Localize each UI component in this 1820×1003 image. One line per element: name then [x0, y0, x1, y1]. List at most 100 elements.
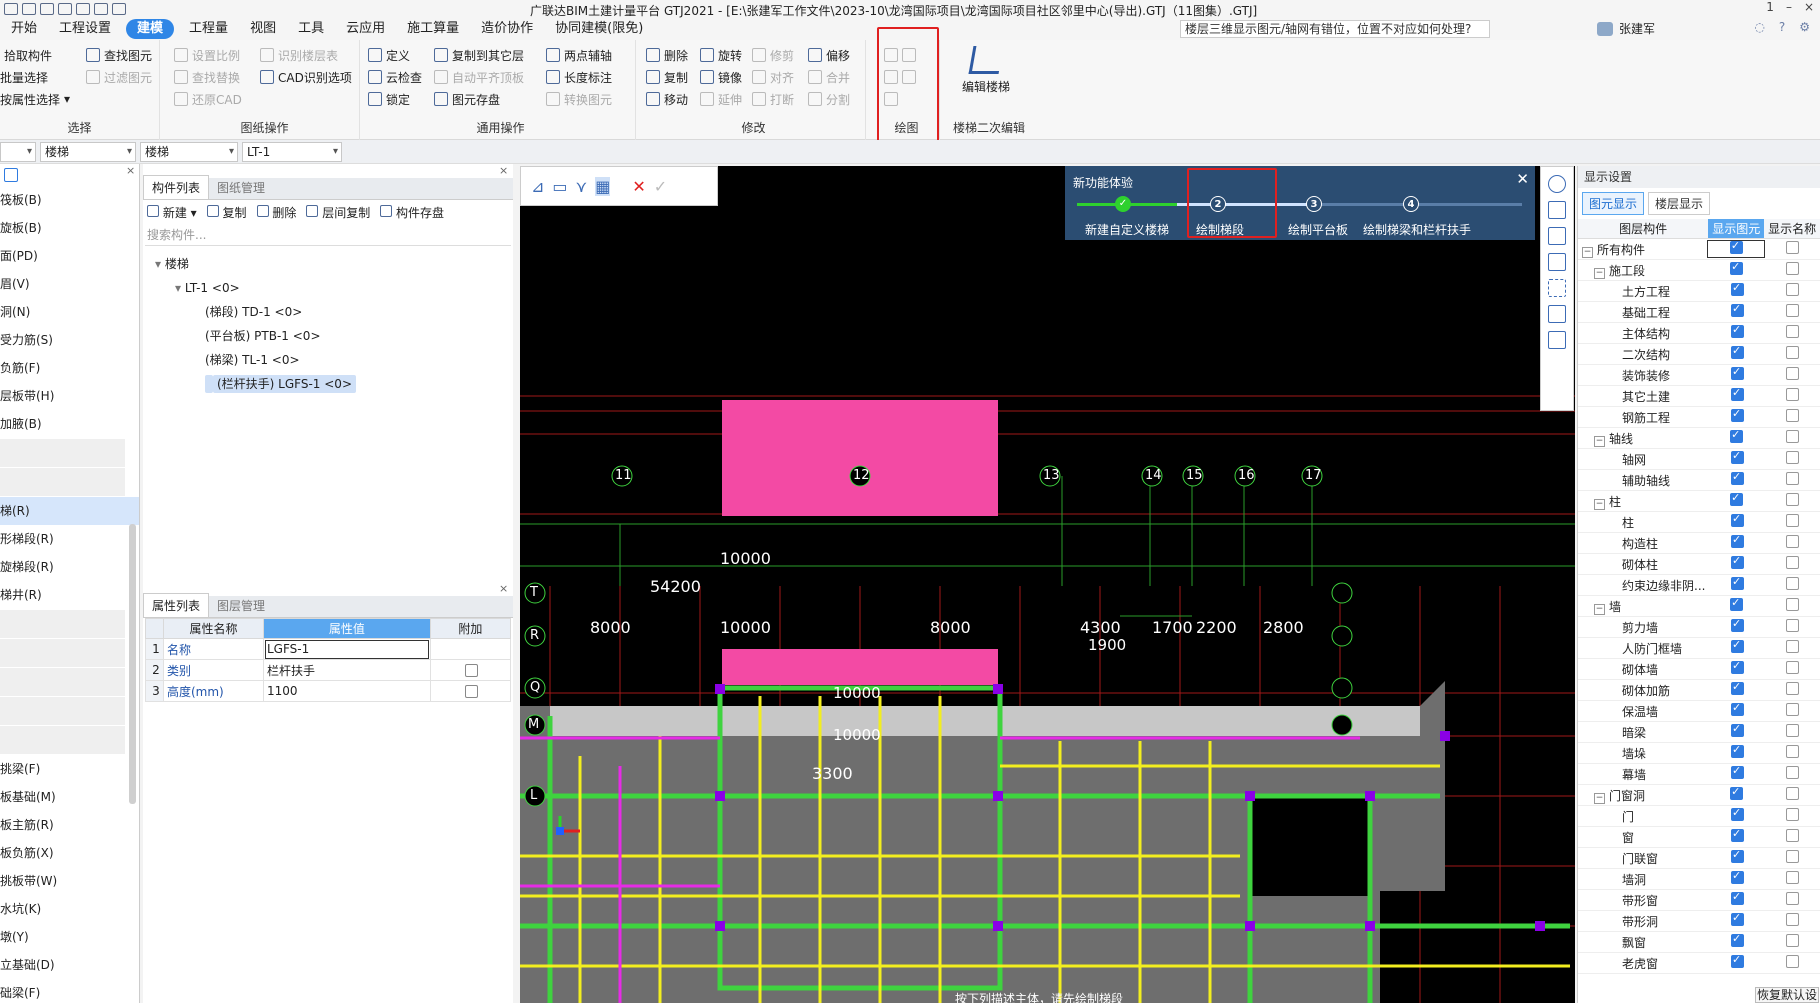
show-name-checkbox[interactable] — [1786, 808, 1799, 821]
show-name-checkbox[interactable] — [1786, 703, 1799, 716]
show-name-checkbox[interactable] — [1786, 283, 1799, 296]
nav-item[interactable]: 形梯段(R) — [0, 525, 139, 553]
tab-property-list[interactable]: 属性列表 — [143, 593, 210, 617]
show-name-checkbox[interactable] — [1786, 577, 1799, 590]
show-element-checkbox[interactable] — [1731, 407, 1744, 422]
show-element-checkbox[interactable] — [1729, 239, 1743, 254]
open-file-icon[interactable] — [22, 3, 36, 15]
show-name-checkbox[interactable] — [1786, 514, 1799, 527]
break-button[interactable]: 打断 — [752, 90, 794, 108]
show-name-checkbox[interactable] — [1786, 892, 1799, 905]
mirror-button[interactable]: 镜像 — [700, 68, 742, 86]
find-element-button[interactable]: 查找图元 — [86, 46, 152, 64]
show-element-checkbox[interactable] — [1731, 869, 1744, 884]
pick-component-button[interactable]: 拾取构件 — [4, 46, 52, 64]
show-name-checkbox[interactable] — [1786, 745, 1799, 758]
show-name-checkbox[interactable] — [1786, 955, 1799, 968]
menu-tools[interactable]: 工具 — [287, 19, 335, 39]
collapse-icon[interactable]: − — [1594, 603, 1605, 615]
property-sheet-icon[interactable] — [1548, 331, 1566, 349]
collapse-icon[interactable]: − — [1594, 498, 1605, 510]
set-scale-button[interactable]: 设置比例 — [174, 46, 240, 64]
show-element-checkbox[interactable] — [1731, 470, 1744, 485]
show-name-checkbox[interactable] — [1785, 598, 1799, 611]
nav-item[interactable]: 板主筋(R) — [0, 811, 139, 839]
delete-button[interactable]: 删除 — [646, 46, 688, 64]
copy-component-button[interactable]: 复制 — [206, 204, 247, 221]
expand-icon[interactable]: ▾ — [175, 281, 185, 295]
category-combo[interactable]: 楼梯 — [40, 142, 136, 162]
batch-select-button[interactable]: 批量选择 — [0, 68, 48, 86]
menu-construction[interactable]: 施工算量 — [396, 19, 470, 39]
tree-node[interactable]: (梯段) TD-1 <0> — [143, 300, 513, 324]
nav-item[interactable]: 受力筋(S) — [0, 326, 139, 354]
tab-floor-display[interactable]: 楼层显示 — [1648, 192, 1711, 215]
extra-checkbox[interactable] — [465, 664, 479, 677]
show-name-checkbox[interactable] — [1786, 388, 1799, 401]
extend-button[interactable]: 延伸 — [700, 90, 742, 108]
two-point-axis-button[interactable]: 两点辅轴 — [546, 46, 612, 64]
recognize-floors-button[interactable]: 识别楼层表 — [260, 46, 338, 64]
wizard-step-4[interactable]: 4 — [1403, 196, 1419, 212]
drawing-canvas[interactable]: 11 12 13 14 15 16 17 T R Q M L 10000 542… — [520, 166, 1575, 1003]
redo-icon[interactable] — [76, 3, 90, 15]
collapse-icon[interactable]: − — [1582, 246, 1593, 258]
restore-cad-button[interactable]: 还原CAD — [174, 90, 242, 108]
show-element-checkbox[interactable] — [1731, 848, 1744, 863]
edit-stair-button[interactable]: 编辑楼梯 — [956, 46, 1016, 95]
collapse-icon[interactable]: − — [1594, 792, 1605, 804]
component-search-input[interactable]: 搜索构件... — [145, 226, 511, 246]
define-button[interactable]: 定义 — [368, 46, 410, 64]
lock-button[interactable]: 锁定 — [368, 90, 410, 108]
show-element-checkbox[interactable] — [1731, 953, 1744, 968]
nav-item[interactable]: 梯井(R) — [0, 581, 139, 609]
show-name-checkbox[interactable] — [1786, 325, 1799, 338]
tree-node[interactable]: (平台板) PTB-1 <0> — [143, 324, 513, 348]
nav-item[interactable]: 础梁(F) — [0, 979, 139, 1003]
minimize-button[interactable]: – — [1786, 0, 1792, 14]
nav-item[interactable]: 旋板(B) — [0, 214, 139, 242]
property-value[interactable]: 栏杆扶手 — [263, 659, 431, 681]
menu-collab-modeling[interactable]: 协同建模(限免) — [544, 19, 654, 39]
calc-icon[interactable] — [94, 3, 108, 15]
platform-icon[interactable]: ▭ — [552, 177, 567, 196]
delete-component-button[interactable]: 删除 — [256, 204, 296, 221]
close-icon[interactable]: × — [499, 164, 508, 177]
type-combo[interactable]: 楼梯 — [140, 142, 238, 162]
nav-item[interactable]: 板基础(M) — [0, 783, 139, 811]
property-extra[interactable] — [429, 680, 512, 702]
split-button[interactable]: 分割 — [808, 90, 850, 108]
nav-item[interactable]: 负筋(F) — [0, 354, 139, 382]
restore-default-button[interactable]: 恢复默认设 — [1755, 987, 1819, 1003]
filter-element-button[interactable]: 过滤图元 — [86, 68, 152, 86]
fit-view-icon[interactable] — [1548, 279, 1566, 297]
show-element-checkbox[interactable] — [1731, 533, 1744, 548]
copy-to-floor-button[interactable]: 复制到其它层 — [434, 46, 524, 64]
help-icon[interactable]: ? — [1779, 20, 1785, 34]
confirm-icon[interactable]: ✓ — [654, 177, 667, 196]
show-element-checkbox[interactable] — [1731, 323, 1744, 338]
collapse-icon[interactable]: − — [1594, 435, 1605, 447]
tab-component-list[interactable]: 构件列表 — [143, 175, 210, 199]
merge-button[interactable]: 合并 — [808, 68, 850, 86]
show-name-checkbox[interactable] — [1785, 493, 1799, 506]
tab-element-display[interactable]: 图元显示 — [1582, 192, 1645, 215]
nav-item[interactable]: 旋梯段(R) — [0, 553, 139, 581]
show-element-checkbox[interactable] — [1731, 680, 1744, 695]
new-component-button[interactable]: 新建 ▾ — [147, 204, 197, 221]
component-combo[interactable]: LT-1 — [242, 142, 342, 162]
tree-node[interactable]: (栏杆扶手) LGFS-1 <0> — [143, 372, 513, 396]
nav-view-toggle[interactable] — [0, 164, 139, 186]
nav-item[interactable]: 筏板(B) — [0, 186, 139, 214]
show-element-checkbox[interactable] — [1731, 890, 1744, 905]
nav-item[interactable]: 立基础(D) — [0, 951, 139, 979]
railing-icon[interactable]: ▦ — [595, 176, 611, 196]
nav-item[interactable]: 挑板带(W) — [0, 867, 139, 895]
menu-quantity[interactable]: 工程量 — [178, 19, 239, 39]
property-row[interactable]: 2 类别 栏杆扶手 — [145, 659, 512, 681]
nav-item[interactable]: 层板带(H) — [0, 382, 139, 410]
menu-view[interactable]: 视图 — [239, 19, 287, 39]
settings-icon[interactable]: ⚙ — [1799, 20, 1810, 34]
show-name-checkbox[interactable] — [1786, 829, 1799, 842]
show-element-checkbox[interactable] — [1731, 281, 1744, 296]
